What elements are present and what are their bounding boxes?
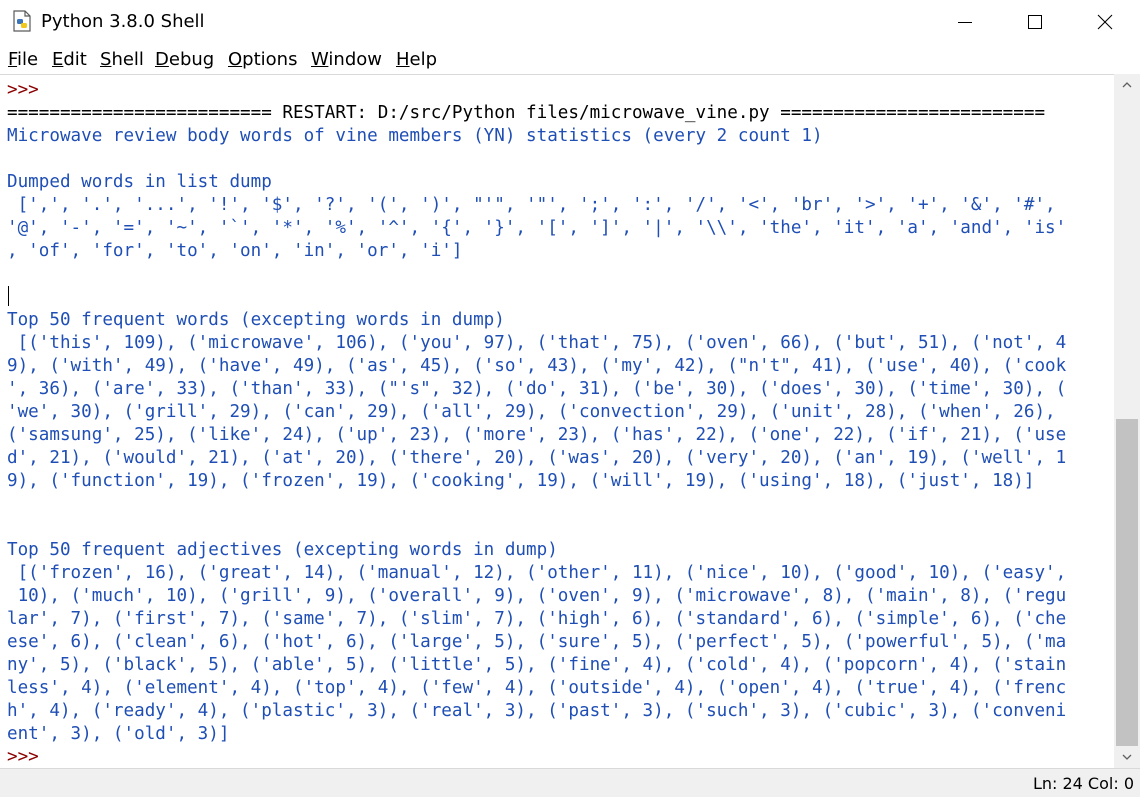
output-line: ', 36), ('are', 33), ('than', 33), ("'s"…	[7, 379, 1067, 399]
shell-prompt: >>>	[7, 747, 39, 767]
output-line: h', 4), ('ready', 4), ('plastic', 3), ('…	[7, 701, 1067, 721]
status-bar: Ln: 24 Col: 0	[0, 768, 1140, 797]
output-line: '@', '-', '=', '~', '`', '*', '%', '^', …	[7, 218, 1067, 238]
minimize-button[interactable]	[930, 0, 1000, 44]
output-line: Top 50 frequent words (excepting words i…	[7, 310, 505, 330]
cursor-position-label: Ln: 24 Col: 0	[1032, 774, 1134, 793]
close-button[interactable]	[1070, 0, 1140, 44]
chevron-up-icon	[1122, 82, 1132, 88]
menu-help[interactable]: Help	[396, 49, 437, 70]
output-line: [('this', 109), ('microwave', 106), ('yo…	[7, 333, 1067, 353]
scroll-up-button[interactable]	[1114, 74, 1140, 96]
window-title: Python 3.8.0 Shell	[41, 11, 205, 32]
output-line: ('samsung', 25), ('like', 24), ('up', 23…	[7, 425, 1067, 445]
shell-prompt: >>>	[7, 80, 39, 100]
output-line: 'we', 30), ('grill', 29), ('can', 29), (…	[7, 402, 1056, 422]
maximize-icon	[1028, 15, 1042, 29]
output-line: [('frozen', 16), ('great', 14), ('manual…	[7, 563, 1067, 583]
output-line: 10), ('much', 10), ('grill', 9), ('overa…	[7, 586, 1067, 606]
menu-edit[interactable]: Edit	[52, 49, 87, 70]
output-line: Dumped words in list dump	[7, 172, 272, 192]
minimize-icon	[958, 22, 972, 23]
text-cursor	[8, 286, 9, 306]
scrollbar-thumb[interactable]	[1116, 419, 1138, 746]
menu-window[interactable]: Window	[311, 49, 382, 70]
close-icon	[1097, 14, 1113, 30]
menu-shell[interactable]: Shell	[100, 49, 144, 70]
output-line: 9), ('function', 19), ('frozen', 19), ('…	[7, 471, 1035, 491]
menu-bar: File Edit Shell Debug Options Window Hel…	[0, 44, 1140, 74]
output-line: [',', '.', '...', '!', '$', '?', '(', ')…	[7, 195, 1056, 215]
output-line: less', 4), ('element', 4), ('top', 4), (…	[7, 678, 1067, 698]
output-line: 9), ('with', 49), ('have', 49), ('as', 4…	[7, 356, 1067, 376]
output-line: lar', 7), ('first', 7), ('same', 7), ('s…	[7, 609, 1067, 629]
output-line: ny', 5), ('black', 5), ('able', 5), ('li…	[7, 655, 1067, 675]
menu-debug[interactable]: Debug	[155, 49, 214, 70]
menu-options[interactable]: Options	[228, 49, 297, 70]
scroll-down-button[interactable]	[1114, 746, 1140, 768]
output-line: Top 50 frequent adjectives (excepting wo…	[7, 540, 558, 560]
output-line: ese', 6), ('clean', 6), ('hot', 6), ('la…	[7, 632, 1067, 652]
output-line: Microwave review body words of vine memb…	[7, 126, 823, 146]
output-line: d', 21), ('would', 21), ('at', 20), ('th…	[7, 448, 1067, 468]
chevron-down-icon	[1122, 754, 1132, 760]
output-line: ent', 3), ('old', 3)]	[7, 724, 230, 744]
maximize-button[interactable]	[1000, 0, 1070, 44]
title-bar[interactable]: Python 3.8.0 Shell	[0, 0, 1140, 44]
menu-file[interactable]: File	[8, 49, 38, 70]
shell-output-area[interactable]: >>> ========================= RESTART: D:…	[0, 74, 1114, 768]
restart-banner: ========================= RESTART: D:/sr…	[7, 103, 1046, 123]
vertical-scrollbar[interactable]	[1114, 74, 1140, 768]
python-file-icon	[13, 10, 31, 32]
output-line: , 'of', 'for', 'to', 'on', 'in', 'or', '…	[7, 241, 463, 261]
